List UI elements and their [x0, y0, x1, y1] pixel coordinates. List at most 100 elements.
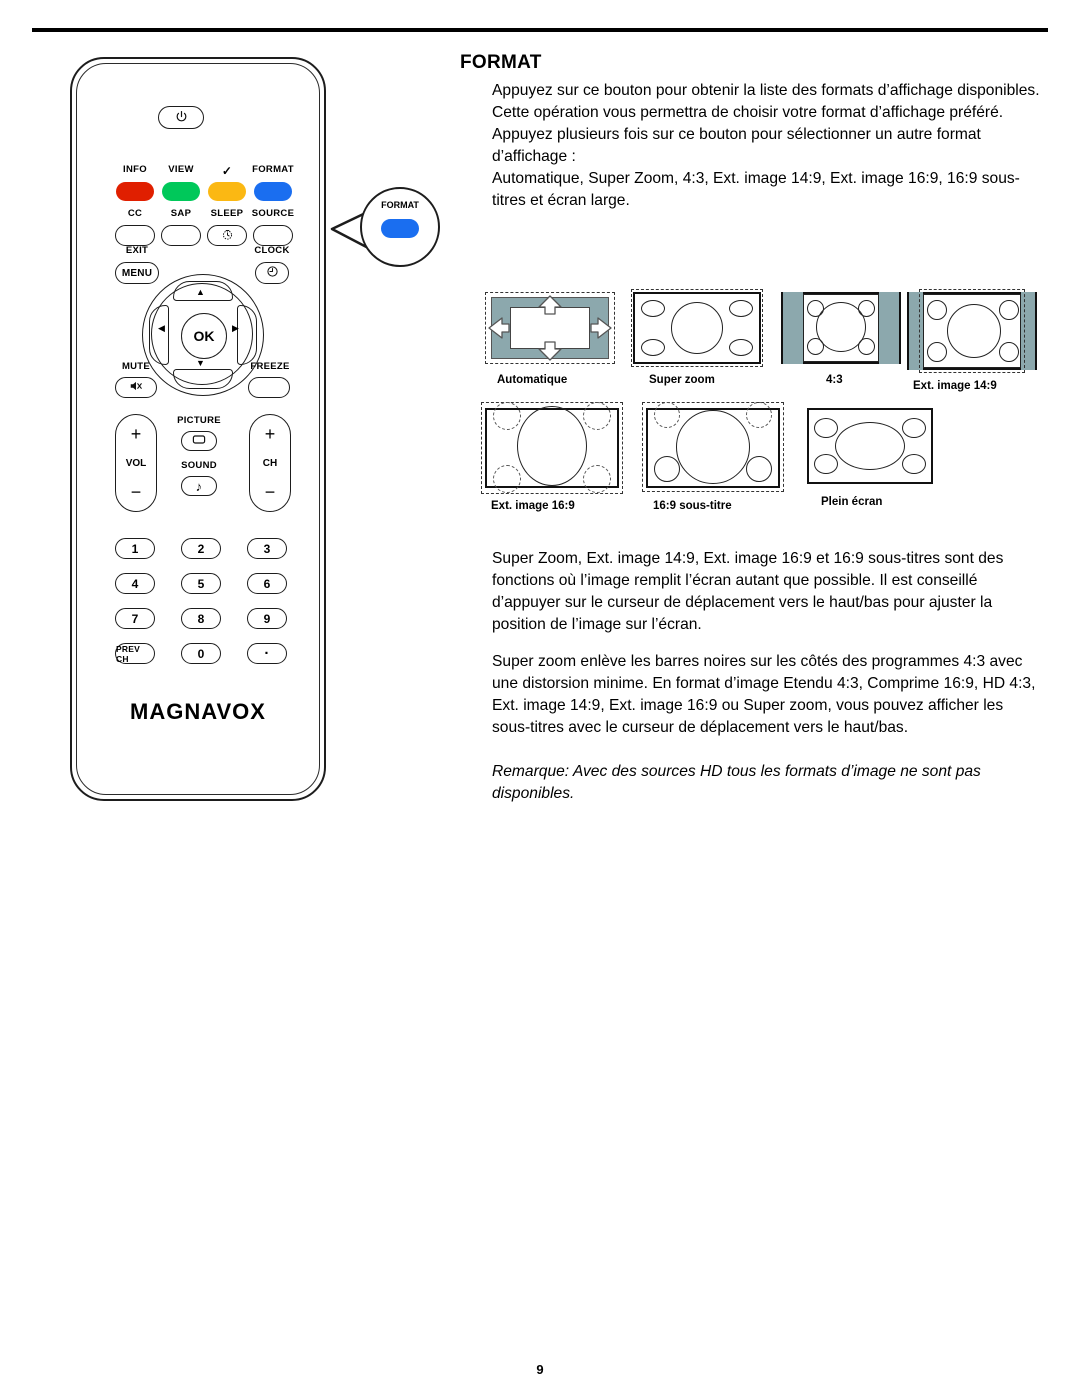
thumbnail-row-2: Ext. image 16:9 16:9 sous-titre Plein éc…	[481, 402, 1055, 520]
thumbnail-ext-image-16-9: Ext. image 16:9	[481, 402, 623, 512]
callout-blue-format-button[interactable]	[381, 219, 419, 238]
thumbnail-super-zoom: Super zoom	[631, 289, 763, 386]
key-0[interactable]: 0	[181, 643, 221, 664]
article-content-lower: Super Zoom, Ext. image 14:9, Ext. image …	[460, 548, 1040, 805]
thumbnail-ext-image-14-9: Ext. image 14:9	[907, 289, 1037, 392]
channel-down-button[interactable]: −	[250, 483, 290, 501]
paragraph-3: Appuyez plusieurs fois sur ce bouton pou…	[492, 125, 981, 165]
key-3[interactable]: 3	[247, 538, 287, 559]
channel-up-button[interactable]: +	[250, 425, 290, 443]
thumbnail-label-16-9-sous-titre: 16:9 sous-titre	[653, 500, 732, 512]
paragraph-note: Remarque: Avec des sources HD tous les f…	[492, 762, 981, 802]
brand-logo: MAGNAVOX	[130, 699, 266, 724]
key-8[interactable]: 8	[181, 608, 221, 629]
callout-label: FORMAT	[381, 200, 419, 210]
nav-down-arrow-icon: ▼	[196, 358, 205, 368]
key-7[interactable]: 7	[115, 608, 155, 629]
picture-label: PICTURE	[177, 415, 221, 426]
mute-label: MUTE	[121, 361, 151, 372]
thumbnail-4-3: 4:3	[781, 292, 901, 386]
thumbnail-plein-ecran: Plein écran	[807, 408, 933, 508]
key-prev-ch[interactable]: PREV CH	[115, 643, 155, 664]
remote-body: INFO VIEW ✓ FORMAT CC SAP SLEEP SOURCE E…	[70, 57, 326, 801]
color-button-label-view: VIEW	[168, 164, 194, 175]
sleep-button-label: SLEEP	[210, 208, 244, 219]
format-thumbnail-gallery: Automatique Super zoom 4:3 Ext. image 14…	[481, 289, 1055, 520]
sleep-button[interactable]	[207, 225, 247, 246]
sap-button[interactable]	[161, 225, 201, 246]
nav-right-arrow-icon: ▶	[232, 323, 239, 333]
manual-page: INFO VIEW ✓ FORMAT CC SAP SLEEP SOURCE E…	[0, 0, 1080, 1397]
blue-format-button[interactable]	[254, 182, 292, 201]
sap-button-label: SAP	[170, 208, 192, 219]
nav-left-arrow-icon: ◀	[158, 323, 165, 333]
paragraph-5: Super Zoom, Ext. image 14:9, Ext. image …	[492, 550, 1004, 633]
mute-icon	[129, 380, 143, 395]
volume-label: VOL	[125, 458, 147, 469]
nav-right-button[interactable]	[237, 305, 257, 365]
cc-button-label: CC	[127, 208, 143, 219]
freeze-label: FREEZE	[250, 361, 290, 372]
thumbnail-row-1: Automatique Super zoom 4:3 Ext. image 14…	[485, 289, 1055, 394]
nav-down-button[interactable]	[173, 369, 233, 389]
nav-up-button[interactable]	[173, 281, 233, 301]
thumbnail-label-super-zoom: Super zoom	[649, 374, 715, 386]
cc-button[interactable]	[115, 225, 155, 246]
picture-button[interactable]	[181, 431, 217, 451]
paragraph-4: Automatique, Super Zoom, 4:3, Ext. image…	[492, 169, 1020, 209]
remote-control-illustration: INFO VIEW ✓ FORMAT CC SAP SLEEP SOURCE E…	[60, 50, 440, 830]
navigation-ring-inner	[151, 283, 253, 385]
volume-down-button[interactable]: −	[116, 483, 156, 501]
volume-up-button[interactable]: +	[116, 425, 156, 443]
freeze-button[interactable]	[248, 377, 290, 398]
key-5[interactable]: 5	[181, 573, 221, 594]
key-4[interactable]: 4	[115, 573, 155, 594]
source-button[interactable]	[253, 225, 293, 246]
channel-rocker[interactable]: + CH −	[249, 414, 291, 512]
paragraph-2: Cette opération vous permettra de choisi…	[492, 103, 1004, 121]
music-note-icon: ♪	[195, 478, 203, 494]
menu-button[interactable]: MENU	[115, 262, 159, 284]
thumbnail-16-9-sous-titre: 16:9 sous-titre	[642, 402, 784, 512]
format-button-callout: FORMAT	[360, 187, 440, 267]
color-button-label-info: INFO	[123, 164, 147, 175]
clock-icon	[266, 265, 279, 281]
key-2[interactable]: 2	[181, 538, 221, 559]
ok-button[interactable]: OK	[181, 313, 227, 359]
thumbnail-label-ext-image-14-9: Ext. image 14:9	[913, 380, 997, 392]
power-button[interactable]	[158, 106, 204, 129]
page-number: 9	[536, 1362, 544, 1377]
sleep-timer-icon	[221, 228, 234, 244]
page-title: FORMAT	[460, 52, 542, 73]
yellow-check-button[interactable]	[208, 182, 246, 201]
nav-up-arrow-icon: ▲	[196, 287, 205, 297]
nav-left-button[interactable]	[149, 305, 169, 365]
key-1[interactable]: 1	[115, 538, 155, 559]
mute-button[interactable]	[115, 377, 157, 398]
picture-icon	[192, 434, 206, 448]
article-content: FORMAT Appuyez sur ce bouton pour obteni…	[460, 52, 1040, 212]
thumbnail-label-ext-image-16-9: Ext. image 16:9	[491, 500, 575, 512]
header-rule	[32, 28, 1048, 32]
paragraph-1: Appuyez sur ce bouton pour obtenir la li…	[492, 82, 1040, 99]
exit-label: EXIT	[125, 245, 149, 256]
sound-button[interactable]: ♪	[181, 476, 217, 496]
color-button-label-check: ✓	[221, 164, 233, 178]
thumbnail-automatique: Automatique	[485, 292, 615, 386]
clock-label: CLOCK	[254, 245, 290, 256]
sound-label: SOUND	[181, 460, 217, 471]
power-icon	[175, 110, 188, 126]
red-info-button[interactable]	[116, 182, 154, 201]
paragraph-6: Super zoom enlève les barres noires sur …	[492, 652, 1036, 736]
key-6[interactable]: 6	[247, 573, 287, 594]
green-view-button[interactable]	[162, 182, 200, 201]
channel-label: CH	[262, 458, 278, 469]
key-9[interactable]: 9	[247, 608, 287, 629]
thumbnail-label-automatique: Automatique	[497, 374, 568, 386]
thumbnail-label-4-3: 4:3	[826, 374, 843, 386]
key-dot[interactable]: ·	[247, 643, 287, 664]
volume-rocker[interactable]: + VOL −	[115, 414, 157, 512]
thumbnail-label-plein-ecran: Plein écran	[821, 496, 883, 508]
clock-button[interactable]	[255, 262, 289, 284]
navigation-pad[interactable]: ▲ ▼ ◀ ▶ OK	[142, 274, 264, 396]
